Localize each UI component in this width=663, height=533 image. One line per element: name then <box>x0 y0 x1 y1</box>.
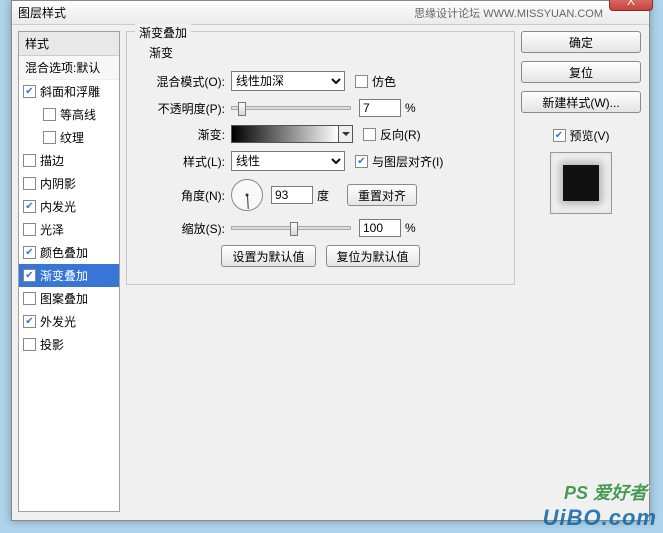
angle-unit: 度 <box>317 187 329 204</box>
style-select[interactable]: 线性 <box>231 151 345 171</box>
cancel-button[interactable]: 复位 <box>521 61 641 83</box>
group-legend: 渐变叠加 <box>135 24 191 41</box>
sidebar-item-label: 渐变叠加 <box>40 267 88 284</box>
opacity-label: 不透明度(P): <box>135 100 225 117</box>
close-button[interactable]: X <box>609 0 653 11</box>
sidebar-item-label: 描边 <box>40 152 64 169</box>
set-default-button[interactable]: 设置为默认值 <box>221 245 315 267</box>
sidebar-item[interactable]: 外发光 <box>19 310 119 333</box>
opacity-input[interactable] <box>359 99 401 117</box>
style-label: 样式(L): <box>135 153 225 170</box>
layer-style-dialog: 图层样式 思缘设计论坛 WWW.MISSYUAN.COM X 样式 混合选项:默… <box>11 0 650 521</box>
sidebar-item[interactable]: 颜色叠加 <box>19 241 119 264</box>
ok-button[interactable]: 确定 <box>521 31 641 53</box>
gradient-dropdown[interactable] <box>339 125 353 143</box>
preview-swatch <box>563 165 599 201</box>
opacity-unit: % <box>405 101 416 115</box>
sidebar-item-label: 颜色叠加 <box>40 244 88 261</box>
reset-align-button[interactable]: 重置对齐 <box>347 184 417 206</box>
reverse-checkbox[interactable] <box>363 128 376 141</box>
reset-default-button[interactable]: 复位为默认值 <box>326 245 420 267</box>
window-title: 图层样式 <box>18 4 414 21</box>
style-checkbox[interactable] <box>23 177 36 190</box>
sidebar-item[interactable]: 光泽 <box>19 218 119 241</box>
style-checkbox[interactable] <box>23 338 36 351</box>
titlebar[interactable]: 图层样式 思缘设计论坛 WWW.MISSYUAN.COM X <box>12 1 649 25</box>
main-panel: 渐变叠加 渐变 混合模式(O): 线性加深 仿色 不透明度(P): % 渐变: <box>126 31 515 512</box>
watermark-uibo: UiBO.com <box>543 505 657 531</box>
right-column: 确定 复位 新建样式(W)... 预览(V) <box>521 31 641 512</box>
style-checkbox[interactable] <box>23 223 36 236</box>
gradient-overlay-group: 渐变叠加 渐变 混合模式(O): 线性加深 仿色 不透明度(P): % 渐变: <box>126 31 515 285</box>
sidebar-item-label: 等高线 <box>60 106 96 123</box>
sidebar-header[interactable]: 样式 <box>19 32 119 56</box>
style-checkbox[interactable] <box>43 108 56 121</box>
blend-mode-select[interactable]: 线性加深 <box>231 71 345 91</box>
opacity-slider[interactable] <box>231 106 351 110</box>
sidebar-item[interactable]: 投影 <box>19 333 119 356</box>
style-checkbox[interactable] <box>23 200 36 213</box>
sidebar-item-label: 光泽 <box>40 221 64 238</box>
angle-dial[interactable] <box>231 179 263 211</box>
style-checkbox[interactable] <box>23 85 36 98</box>
scale-label: 缩放(S): <box>135 220 225 237</box>
style-checkbox[interactable] <box>23 154 36 167</box>
new-style-button[interactable]: 新建样式(W)... <box>521 91 641 113</box>
sidebar-item[interactable]: 纹理 <box>19 126 119 149</box>
sidebar-item-label: 斜面和浮雕 <box>40 83 100 100</box>
section-title: 渐变 <box>149 44 506 61</box>
reverse-label: 反向(R) <box>380 126 421 143</box>
preview-label: 预览(V) <box>570 127 610 144</box>
dither-label: 仿色 <box>372 73 396 90</box>
close-icon: X <box>627 0 635 8</box>
style-checkbox[interactable] <box>23 246 36 259</box>
sidebar-item-label: 内发光 <box>40 198 76 215</box>
sidebar-item[interactable]: 图案叠加 <box>19 287 119 310</box>
sidebar-item[interactable]: 等高线 <box>19 103 119 126</box>
sidebar-item-label: 纹理 <box>60 129 84 146</box>
gradient-label: 渐变: <box>135 126 225 143</box>
sidebar-item-label: 图案叠加 <box>40 290 88 307</box>
titlebar-subtitle: 思缘设计论坛 WWW.MISSYUAN.COM <box>414 5 603 21</box>
watermark-ps: PS 爱好者 <box>564 479 647 505</box>
styles-sidebar: 样式 混合选项:默认 斜面和浮雕等高线纹理描边内阴影内发光光泽颜色叠加渐变叠加图… <box>18 31 120 512</box>
style-checkbox[interactable] <box>43 131 56 144</box>
scale-input[interactable] <box>359 219 401 237</box>
blend-mode-label: 混合模式(O): <box>135 73 225 90</box>
align-checkbox[interactable] <box>355 155 368 168</box>
style-checkbox[interactable] <box>23 269 36 282</box>
style-checkbox[interactable] <box>23 292 36 305</box>
scale-unit: % <box>405 221 416 235</box>
align-label: 与图层对齐(I) <box>372 153 443 170</box>
gradient-preview[interactable] <box>231 125 339 143</box>
sidebar-item[interactable]: 渐变叠加 <box>19 264 119 287</box>
sidebar-item[interactable]: 内阴影 <box>19 172 119 195</box>
angle-label: 角度(N): <box>135 187 225 204</box>
sidebar-item-label: 内阴影 <box>40 175 76 192</box>
sidebar-item-label: 投影 <box>40 336 64 353</box>
sidebar-blend-options[interactable]: 混合选项:默认 <box>19 56 119 80</box>
angle-input[interactable] <box>271 186 313 204</box>
sidebar-item[interactable]: 描边 <box>19 149 119 172</box>
sidebar-item-label: 外发光 <box>40 313 76 330</box>
style-checkbox[interactable] <box>23 315 36 328</box>
preview-thumbnail <box>550 152 612 214</box>
scale-slider[interactable] <box>231 226 351 230</box>
sidebar-item[interactable]: 内发光 <box>19 195 119 218</box>
sidebar-item[interactable]: 斜面和浮雕 <box>19 80 119 103</box>
preview-checkbox[interactable] <box>553 129 566 142</box>
dither-checkbox[interactable] <box>355 75 368 88</box>
